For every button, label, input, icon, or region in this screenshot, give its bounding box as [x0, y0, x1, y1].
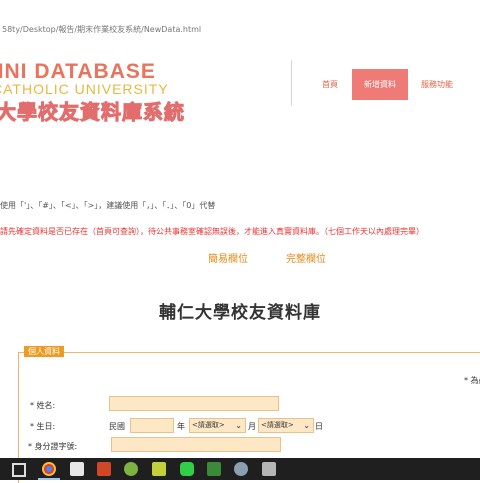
powerpoint-icon[interactable] — [97, 462, 111, 476]
android-emulator-icon[interactable] — [124, 462, 138, 476]
logo-chinese-title: 大學校友資料庫系統 — [0, 100, 185, 125]
chevron-down-icon: ⌄ — [303, 421, 310, 430]
era-label: 民國 — [109, 422, 125, 431]
header-divider — [291, 60, 292, 106]
month-label: 月 — [248, 422, 256, 431]
chrome-icon[interactable] — [42, 462, 56, 476]
char-warning-text: 使用「'」、「#」、「<」、「>」，建議使用「，」、「．」、「0」代替 — [0, 201, 216, 210]
page-title: 輔仁大學校友資料庫 — [159, 303, 321, 323]
name-input[interactable] — [109, 396, 279, 411]
nav-add-data[interactable]: 新增資料 — [352, 69, 408, 100]
birth-month-value: <請選取> — [192, 421, 225, 429]
required-note: * 為必 — [464, 376, 480, 385]
birthday-label: * 生日: — [30, 422, 56, 431]
mail-icon[interactable] — [70, 462, 84, 476]
logo-subtitle: CATHOLIC UNIVERSITY — [0, 81, 169, 97]
task-view-icon[interactable] — [12, 463, 26, 477]
id-number-input[interactable] — [111, 437, 281, 452]
birth-year-input[interactable] — [130, 418, 174, 433]
nav-services[interactable]: 服務功能 — [412, 69, 462, 100]
fieldset-legend: 個人資料 — [24, 346, 64, 357]
address-bar[interactable]: 58ty/Desktop/報告/期末作業校友系統/NewData.html — [0, 0, 480, 41]
name-label: * 姓名: — [30, 401, 56, 410]
chevron-down-icon: ⌄ — [235, 421, 242, 430]
tab-full-fields[interactable]: 完整欄位 — [286, 250, 326, 265]
app-icon[interactable] — [262, 462, 276, 476]
id-number-label: * 身分證字號: — [28, 442, 78, 451]
birth-day-value: <請選取> — [261, 421, 294, 429]
spreadsheet-icon[interactable] — [207, 462, 221, 476]
verify-warning-text: 請先確定資料是否已存在（首頁可查詢），待公共事務室確認無誤後，才能進入真實資料庫… — [0, 227, 424, 236]
year-label: 年 — [177, 422, 185, 431]
birth-month-select[interactable]: <請選取> ⌄ — [189, 418, 246, 433]
settings-icon[interactable] — [234, 462, 248, 476]
pen-app-icon[interactable] — [152, 462, 166, 476]
nav-home[interactable]: 首頁 — [312, 69, 348, 100]
line-icon[interactable] — [180, 462, 194, 476]
birth-day-select[interactable]: <請選取> ⌄ — [258, 418, 314, 433]
day-label: 日 — [315, 422, 323, 431]
address-url[interactable]: 58ty/Desktop/報告/期末作業校友系統/NewData.html — [2, 24, 201, 35]
tab-simple-fields[interactable]: 簡易欄位 — [208, 250, 248, 265]
